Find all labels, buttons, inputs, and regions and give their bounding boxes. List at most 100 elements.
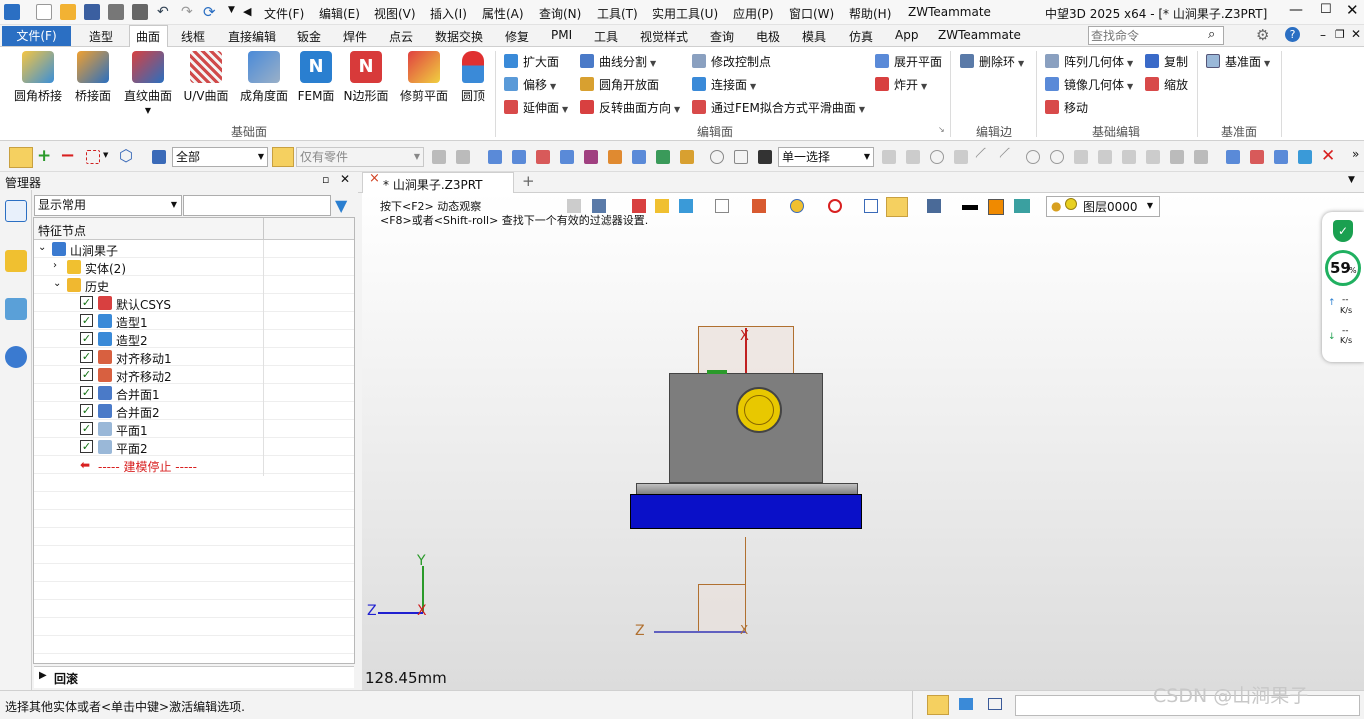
menu-zwteammate[interactable]: ZWTeammate xyxy=(908,5,991,19)
new-tab-icon[interactable]: + xyxy=(522,172,535,190)
feature-checkbox[interactable]: ✓ xyxy=(80,404,93,417)
rollback-expand-icon[interactable]: ▶ xyxy=(39,670,47,681)
tab-wireframe[interactable]: 线框 xyxy=(181,28,205,45)
feature-checkbox[interactable]: ✓ xyxy=(80,296,93,309)
datum-plane-button[interactable]: 基准面 ▼ xyxy=(1206,53,1270,71)
menu-apps[interactable]: 应用(P) xyxy=(733,5,774,22)
tree-row[interactable]: ✓ 造型2 xyxy=(34,330,354,348)
tab-direct-edit[interactable]: 直接编辑 xyxy=(228,28,276,45)
settings-gear-icon[interactable]: ⚙ xyxy=(1256,26,1269,44)
delete-loop-button[interactable]: 删除环 ▼ xyxy=(960,53,1024,71)
undo-icon[interactable]: ↶ xyxy=(157,4,169,20)
line-style-swatch[interactable] xyxy=(962,205,978,210)
close-icon[interactable]: ✕ xyxy=(1346,1,1359,19)
menu-attribute[interactable]: 属性(A) xyxy=(482,5,524,22)
tb-icon-a[interactable] xyxy=(432,150,446,164)
tb-icon-q[interactable] xyxy=(954,150,968,164)
mirror-dropdown-icon[interactable]: ▼ xyxy=(1127,82,1133,91)
tab-pmi[interactable]: PMI xyxy=(551,28,572,42)
tb-icon-w[interactable] xyxy=(1274,150,1288,164)
collapse-icon[interactable]: ⌄ xyxy=(53,278,61,289)
curve-split-button[interactable]: 曲线分割 ▼ xyxy=(580,53,656,71)
open-folder-icon[interactable] xyxy=(60,4,76,20)
save-icon[interactable] xyxy=(84,4,100,20)
trim-plane-button[interactable]: 修剪平面 xyxy=(398,51,450,104)
menu-utilities[interactable]: 实用工具(U) xyxy=(652,5,718,22)
view-toolbar-icon-7[interactable] xyxy=(752,199,766,213)
feature-checkbox[interactable]: ✓ xyxy=(80,314,93,327)
user-tab-icon[interactable] xyxy=(5,346,27,368)
curve-icon[interactable] xyxy=(1074,150,1088,164)
bridge-surface-button[interactable]: 桥接面 xyxy=(72,51,114,104)
tree-row[interactable]: ✓ 对齐移动1 xyxy=(34,348,354,366)
circle-icon-2[interactable] xyxy=(1050,150,1064,164)
menu-query[interactable]: 查询(N) xyxy=(539,5,581,22)
status-monitor-icon[interactable] xyxy=(959,698,973,710)
fillet-bridge-button[interactable]: 圆角桥接 xyxy=(12,51,64,104)
feature-checkbox[interactable]: ✓ xyxy=(80,368,93,381)
curve-split-dropdown-icon[interactable]: ▼ xyxy=(650,59,656,68)
layer-combo[interactable]: ● 图层0000 ▼ xyxy=(1046,196,1160,217)
filter-icon[interactable] xyxy=(152,150,166,164)
print-icon[interactable] xyxy=(108,4,124,20)
panel-pin-icon[interactable]: ▫ xyxy=(322,173,329,186)
line-icon[interactable] xyxy=(975,147,995,167)
box-select-icon[interactable] xyxy=(86,150,100,164)
cube-icon[interactable] xyxy=(1298,150,1312,164)
view-toolbar-icon-1[interactable] xyxy=(567,199,581,213)
angled-face-button[interactable]: 成角度面 xyxy=(238,51,290,104)
menu-insert[interactable]: 插入(I) xyxy=(430,5,467,22)
tree-row[interactable]: ⌄ 山涧果子 xyxy=(34,240,354,258)
tree-row[interactable]: ✓ 合并面2 xyxy=(34,402,354,420)
parts-only-combo[interactable]: 仅有零件 ▼ xyxy=(296,147,424,167)
connect-face-button[interactable]: 连接面 ▼ xyxy=(692,76,756,94)
minimize-icon[interactable]: — xyxy=(1289,2,1303,18)
fem-smooth-button[interactable]: 通过FEM拟合方式平滑曲面 ▼ xyxy=(692,99,865,117)
offset-dropdown-icon[interactable]: ▼ xyxy=(550,82,556,91)
filter-combo[interactable]: 全部 ▼ xyxy=(172,147,268,167)
add-icon[interactable]: + xyxy=(37,146,51,166)
tab-tools[interactable]: 工具 xyxy=(594,28,618,45)
datum-plane-dropdown-icon[interactable]: ▼ xyxy=(1264,59,1270,68)
tb-icon-o[interactable] xyxy=(906,150,920,164)
uv-surface-button[interactable]: U/V曲面 xyxy=(182,51,230,104)
tb-icon-i[interactable] xyxy=(632,150,646,164)
box-select-dropdown-icon[interactable]: ▼ xyxy=(103,151,108,159)
tab-simulation[interactable]: 仿真 xyxy=(849,28,873,45)
3d-viewport[interactable]: 按下<F2> 动态观察 <F8>或者<Shift-roll> 查找下一个有效的过… xyxy=(362,193,1364,690)
view-toolbar-icon-11[interactable] xyxy=(886,197,908,217)
lasso-icon[interactable]: ⬡ xyxy=(119,146,133,165)
tab-visual-style[interactable]: 视觉样式 xyxy=(640,28,688,45)
feature-checkbox[interactable]: ✓ xyxy=(80,386,93,399)
cancel-x-icon[interactable]: ✕ xyxy=(1321,146,1335,166)
doc-restore-icon[interactable]: ❐ xyxy=(1335,28,1345,41)
reverse-surface-dropdown-icon[interactable]: ▼ xyxy=(674,105,680,114)
tab-zwteammate[interactable]: ZWTeammate xyxy=(938,28,1021,42)
menu-tools[interactable]: 工具(T) xyxy=(597,5,638,22)
move-button[interactable]: 移动 xyxy=(1045,99,1088,117)
print-preview-icon[interactable] xyxy=(132,4,148,20)
qa-dropdown-icon[interactable]: ▼ xyxy=(228,5,235,15)
tb-icon-h[interactable] xyxy=(608,150,622,164)
tb-icon-l[interactable] xyxy=(710,150,724,164)
pick-arrow-icon[interactable] xyxy=(9,147,33,168)
ruled-surface-dropdown-icon[interactable]: ▼ xyxy=(122,106,174,115)
tab-point-cloud[interactable]: 点云 xyxy=(389,28,413,45)
tb-icon-c[interactable] xyxy=(488,150,502,164)
view-toolbar-icon-12[interactable] xyxy=(927,199,941,213)
part-view-tab-icon[interactable] xyxy=(5,250,27,272)
tab-sheet-metal[interactable]: 钣金 xyxy=(297,28,321,45)
part-filter-toggle-icon[interactable] xyxy=(272,147,294,167)
qa-left-arrow-icon[interactable]: ◀ xyxy=(243,5,251,18)
tb-icon-d[interactable] xyxy=(512,150,526,164)
color-swatch[interactable] xyxy=(988,199,1004,215)
tab-shape[interactable]: 造型 xyxy=(89,28,113,45)
menu-help[interactable]: 帮助(H) xyxy=(849,5,891,22)
pattern-geometry-button[interactable]: 阵列几何体 ▼ xyxy=(1045,53,1133,71)
explode-dropdown-icon[interactable]: ▼ xyxy=(921,82,927,91)
layer-tool-icon[interactable] xyxy=(1014,199,1030,213)
view-toolbar-icon-5[interactable] xyxy=(679,199,693,213)
menu-view[interactable]: 视图(V) xyxy=(374,5,416,22)
view-toolbar-icon-4[interactable] xyxy=(655,199,669,213)
unfold-plane-button[interactable]: 展开平面 xyxy=(875,53,942,71)
